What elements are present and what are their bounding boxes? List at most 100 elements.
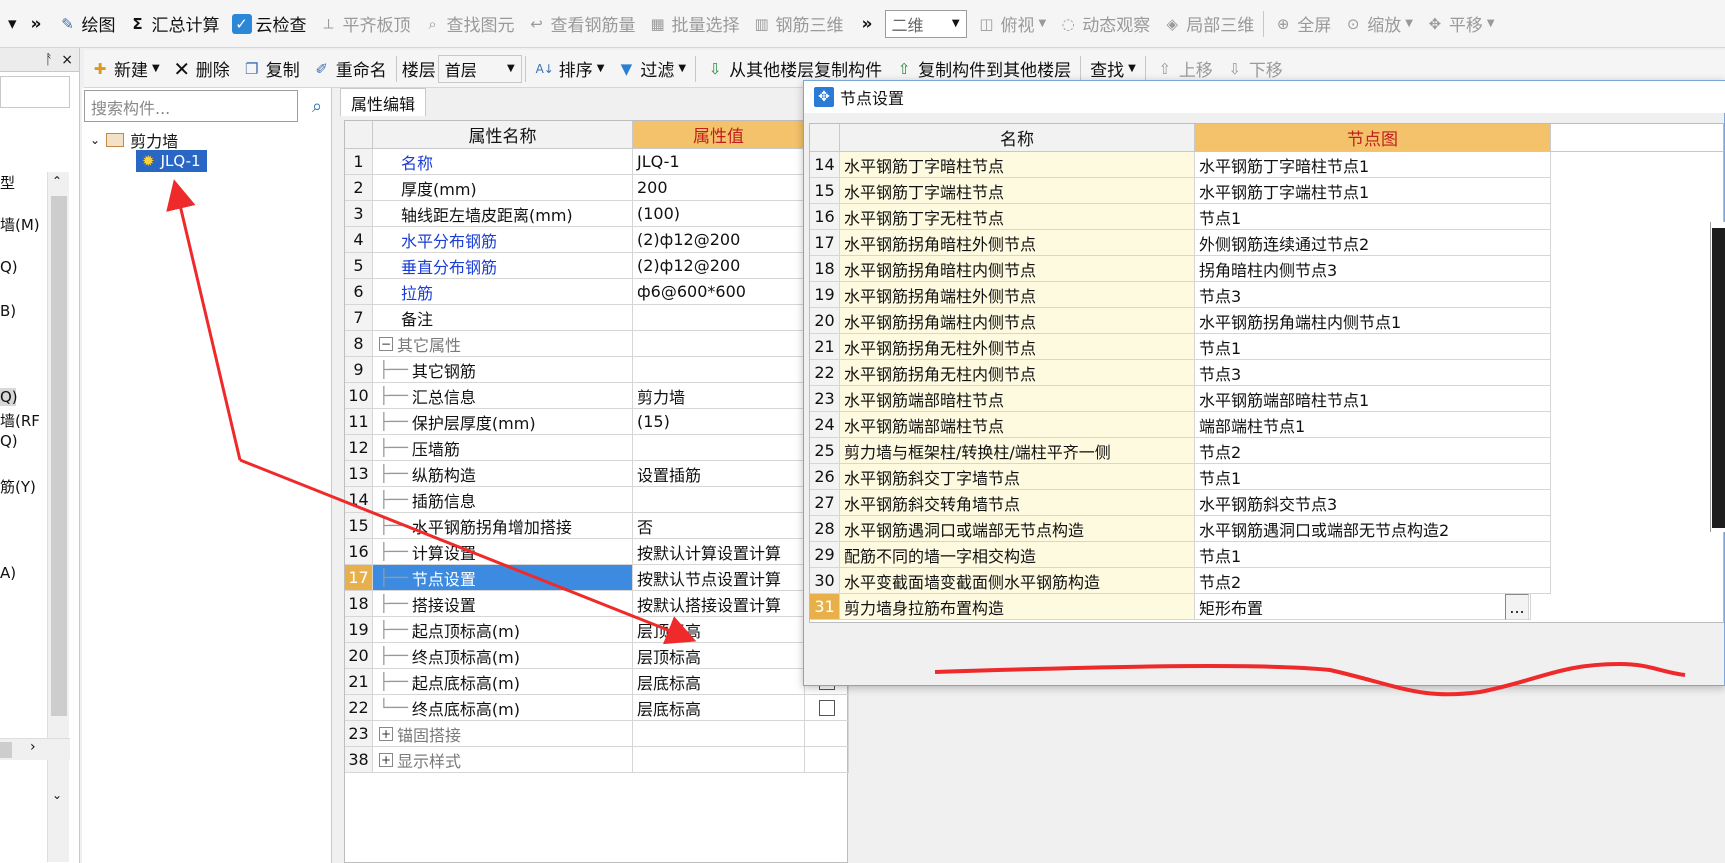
chevron-down-icon[interactable]: ⌄ [90, 133, 100, 147]
scroll-down-icon[interactable]: ⌄ [52, 788, 62, 802]
toolbar-overflow-left[interactable]: » [21, 7, 52, 41]
node-diagram-cell[interactable]: 水平钢筋端部暗柱节点1 [1195, 386, 1551, 412]
node-row[interactable]: 27 水平钢筋斜交转角墙节点 水平钢筋斜交节点3 [810, 490, 1723, 516]
rebar-3d-button[interactable]: ▥ 钢筋三维 [746, 7, 850, 41]
scrollbar-thumb[interactable] [51, 196, 67, 716]
property-row[interactable]: 6 拉筋 ф6@600*600 [345, 279, 849, 305]
local-3d-button[interactable]: ◈ 局部三维 [1156, 7, 1260, 41]
node-diagram-cell[interactable]: 水平钢筋遇洞口或端部无节点构造2 [1195, 516, 1551, 542]
node-row[interactable]: 15 水平钢筋丁字端柱节点 水平钢筋丁字端柱节点1 [810, 178, 1723, 204]
property-value-cell[interactable] [633, 487, 805, 513]
new-button[interactable]: ✚ 新建 ▼ [84, 52, 166, 86]
property-value-cell[interactable] [633, 435, 805, 461]
expand-icon[interactable]: + [379, 726, 393, 741]
property-row[interactable]: 13 ├── 纵筋构造 设置插筋 [345, 461, 849, 487]
property-row[interactable]: 4 水平分布钢筋 (2)ф12@200 [345, 227, 849, 253]
pan-button[interactable]: ✥ 平移 ▼ [1419, 7, 1501, 41]
property-row[interactable]: 8− 其它属性 [345, 331, 849, 357]
batch-select-button[interactable]: ▦ 批量选择 [642, 7, 746, 41]
node-diagram-cell[interactable]: 水平钢筋斜交节点3 [1195, 490, 1551, 516]
toolbar-dropdown-arrow[interactable]: ▾ [4, 7, 21, 41]
node-row[interactable]: 26 水平钢筋斜交丁字墙节点 节点1 [810, 464, 1723, 490]
property-row[interactable]: 19 ├── 起点顶标高(m) 层顶标高 [345, 617, 849, 643]
view-rebar-button[interactable]: ↩ 查看钢筋量 [521, 7, 642, 41]
node-row[interactable]: 30 水平变截面墙变截面侧水平钢筋构造 节点2 [810, 568, 1723, 594]
property-row[interactable]: 16 ├── 计算设置 按默认计算设置计算 [345, 539, 849, 565]
node-row[interactable]: 22 水平钢筋拐角无柱内侧节点 节点3 [810, 360, 1723, 386]
node-diagram-cell[interactable]: 矩形布置 [1195, 594, 1531, 620]
property-row[interactable]: 20 ├── 终点顶标高(m) 层顶标高 [345, 643, 849, 669]
view-mode-select[interactable]: 二维 ▼ [884, 9, 967, 38]
nav-item-selected[interactable]: Q) [0, 388, 18, 406]
node-diagram-cell[interactable]: 节点3 [1195, 360, 1551, 386]
property-row[interactable]: 14 ├── 插筋信息 [345, 487, 849, 513]
nav-item[interactable]: A) [0, 564, 16, 582]
component-search-input[interactable]: 搜索构件... [84, 90, 298, 122]
tree-node-jlq1[interactable]: ✹ JLQ-1 [136, 150, 207, 172]
property-row[interactable]: 15 ├── 水平钢筋拐角增加搭接否 [345, 513, 849, 539]
horizontal-scrollbar[interactable]: › [0, 738, 70, 760]
property-value-cell[interactable]: 否 [633, 513, 805, 539]
node-row[interactable]: 20 水平钢筋拐角端柱内侧节点 水平钢筋拐角端柱内侧节点1 [810, 308, 1723, 334]
draw-button[interactable]: ✎ 绘图 [52, 7, 122, 41]
property-value-cell[interactable]: 层底标高 [633, 669, 805, 695]
orbit-button[interactable]: ◌ 动态观察 [1052, 7, 1156, 41]
rename-button[interactable]: ✐ 重命名 [306, 52, 393, 86]
property-value-cell[interactable]: 层底标高 [633, 695, 805, 721]
scroll-right-icon[interactable]: › [30, 739, 36, 755]
property-value-cell[interactable] [633, 331, 805, 357]
node-row[interactable]: 14 水平钢筋丁字暗柱节点 水平钢筋丁字暗柱节点1 [810, 152, 1723, 178]
filter-button[interactable]: ▼ 过滤 ▼ [610, 52, 692, 86]
property-value-cell[interactable]: (2)ф12@200 [633, 227, 805, 253]
property-row[interactable]: 10 ├── 汇总信息 剪力墙 [345, 383, 849, 409]
property-value-cell[interactable]: 设置插筋 [633, 461, 805, 487]
sort-button[interactable]: A↓ 排序 ▼ [529, 52, 611, 86]
property-row[interactable]: 23 + 锚固搭接 [345, 721, 849, 747]
node-diagram-cell[interactable]: 节点2 [1195, 438, 1551, 464]
property-value-cell[interactable] [633, 305, 805, 331]
nav-item[interactable]: Q) [0, 258, 18, 276]
property-row[interactable]: 3 轴线距左墙皮距离(mm) (100) [345, 201, 849, 227]
property-value-cell[interactable]: (100) [633, 201, 805, 227]
property-value-cell[interactable]: (2)ф12@200 [633, 253, 805, 279]
property-value-cell[interactable]: 按默认节点设置计算 [633, 565, 805, 591]
node-row[interactable]: 25 剪力墙与框架柱/转换柱/端柱平齐一侧 节点2 [810, 438, 1723, 464]
property-row[interactable]: 2 厚度(mm) 200 [345, 175, 849, 201]
close-icon[interactable]: × [61, 52, 73, 68]
panel-search-box[interactable] [0, 76, 70, 108]
node-diagram-ellipsis-button[interactable]: ... [1505, 594, 1529, 620]
node-row[interactable]: 19 水平钢筋拐角端柱外侧节点 节点3 [810, 282, 1723, 308]
nav-item[interactable]: 型 [0, 172, 15, 193]
copy-button[interactable]: ❐ 复制 [236, 52, 306, 86]
property-value-cell[interactable]: 剪力墙 [633, 383, 805, 409]
node-row[interactable]: 17 水平钢筋拐角暗柱外侧节点 外侧钢筋连续通过节点2 [810, 230, 1723, 256]
property-row[interactable]: 9 ├── 其它钢筋 [345, 357, 849, 383]
scrollbar-thumb[interactable] [0, 742, 12, 758]
nav-item[interactable]: B) [0, 302, 16, 320]
node-diagram-cell[interactable]: 水平钢筋丁字端柱节点1 [1195, 178, 1551, 204]
node-diagram-cell[interactable]: 水平钢筋丁字暗柱节点1 [1195, 152, 1551, 178]
zoom-button[interactable]: ⊙ 缩放 ▼ [1337, 7, 1419, 41]
tab-property-edit[interactable]: 属性编辑 [340, 88, 426, 116]
scroll-up-icon[interactable]: ⌃ [52, 174, 62, 188]
node-row[interactable]: 29 配筋不同的墙一字相交构造 节点1 [810, 542, 1723, 568]
node-diagram-cell[interactable]: 节点1 [1195, 204, 1551, 230]
node-row[interactable]: 21 水平钢筋拐角无柱外侧节点 节点1 [810, 334, 1723, 360]
toolbar-overflow-right[interactable]: » [850, 7, 885, 41]
property-row[interactable]: 18 ├── 搭接设置 按默认搭接设置计算 [345, 591, 849, 617]
nav-item[interactable]: Q) [0, 432, 18, 450]
property-row[interactable]: 11 ├── 保护层厚度(mm) (15) [345, 409, 849, 435]
node-diagram-cell[interactable]: 节点1 [1195, 464, 1551, 490]
expand-icon[interactable]: + [379, 752, 393, 767]
node-diagram-cell[interactable]: 节点2 [1195, 568, 1551, 594]
node-row[interactable]: 24 水平钢筋端部端柱节点 端部端柱节点1 [810, 412, 1723, 438]
property-value-cell[interactable]: 按默认计算设置计算 [633, 539, 805, 565]
search-icon[interactable]: ⌕ [304, 92, 330, 120]
delete-button[interactable]: ✕ 删除 [166, 52, 236, 86]
node-row[interactable]: 28 水平钢筋遇洞口或端部无节点构造 水平钢筋遇洞口或端部无节点构造2 [810, 516, 1723, 542]
nav-item[interactable]: 筋(Y) [0, 476, 36, 497]
property-row[interactable]: 5 垂直分布钢筋 (2)ф12@200 [345, 253, 849, 279]
node-diagram-cell[interactable]: 拐角暗柱内侧节点3 [1195, 256, 1551, 282]
collapse-icon[interactable]: − [379, 336, 393, 351]
property-row[interactable]: 17 ├── 节点设置 按默认节点设置计算 [345, 565, 849, 591]
